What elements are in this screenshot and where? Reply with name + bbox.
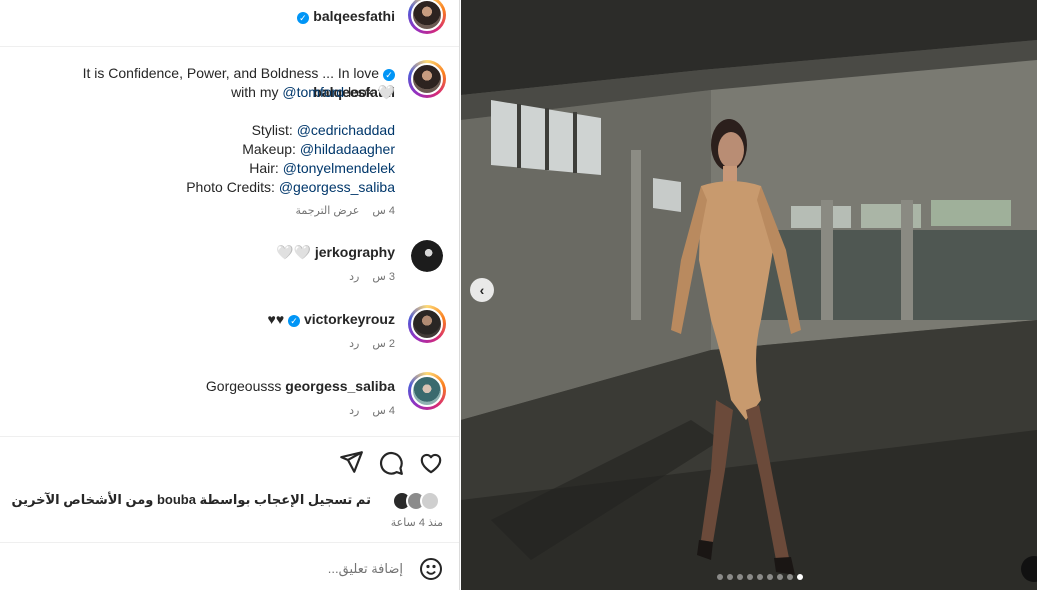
post-time: منذ 4 ساعة bbox=[390, 517, 443, 529]
verified-icon: ✓ bbox=[296, 12, 309, 24]
credit-label: Photo Credits: bbox=[186, 179, 275, 195]
post-viewer: ✓ balqeesfathi It is Confidence, Power, … bbox=[0, 0, 1037, 590]
author-avatar[interactable] bbox=[408, 0, 446, 34]
comment-username[interactable]: victorkeyrouz bbox=[304, 311, 395, 327]
translate-link[interactable]: عرض الترجمة bbox=[295, 205, 359, 217]
carousel-dot bbox=[767, 574, 773, 580]
liker-avatar bbox=[420, 491, 440, 511]
mention-link[interactable]: @hildadaagher bbox=[300, 141, 395, 157]
carousel-dot bbox=[717, 574, 723, 580]
carousel-dot bbox=[787, 574, 793, 580]
add-comment-input[interactable]: إضافة تعليق... bbox=[328, 561, 403, 577]
comment-text: ♥♥ bbox=[267, 311, 285, 327]
credit-label: Stylist: bbox=[251, 122, 293, 138]
author-name-block: ✓ balqeesfathi bbox=[296, 8, 395, 26]
credit-line: Makeup: @hildadaagher bbox=[242, 140, 395, 159]
likes-summary[interactable]: تم تسجيل الإعجاب بواسطة bouba ومن الأشخا… bbox=[11, 492, 371, 508]
commenter-avatar[interactable] bbox=[408, 372, 446, 410]
caption-time[interactable]: 4 س bbox=[372, 205, 395, 217]
carousel-dot bbox=[757, 574, 763, 580]
carousel-dot bbox=[727, 574, 733, 580]
comment-meta: 4 س رد bbox=[339, 404, 395, 417]
comment: Gorgeousss georgess_saliba bbox=[206, 377, 395, 396]
share-icon[interactable] bbox=[338, 449, 364, 475]
credit-label: Makeup: bbox=[242, 141, 296, 157]
carousel-dot bbox=[747, 574, 753, 580]
emoji-icon[interactable] bbox=[419, 557, 443, 581]
mention-link[interactable]: @tomford bbox=[282, 84, 344, 100]
comment-text: Gorgeousss bbox=[205, 378, 282, 394]
credit-line: Photo Credits: @georgess_saliba bbox=[186, 178, 395, 197]
carousel-dots bbox=[717, 574, 803, 580]
mention-link[interactable]: @cedrichaddad bbox=[297, 122, 395, 138]
carousel-dot bbox=[777, 574, 783, 580]
comment-meta: 3 س رد bbox=[339, 270, 395, 283]
author-username[interactable]: balqeesfathi bbox=[313, 8, 395, 24]
caption-text: with my bbox=[231, 84, 279, 100]
commenter-avatar[interactable] bbox=[411, 240, 443, 272]
comment-time[interactable]: 3 س bbox=[372, 271, 395, 283]
heart-icon[interactable] bbox=[418, 450, 444, 476]
commenter-avatar[interactable] bbox=[408, 305, 446, 343]
post-photo[interactable]: ‹ bbox=[461, 0, 1037, 590]
carousel-dot bbox=[797, 574, 803, 580]
chevron-left-icon[interactable]: ‹ bbox=[470, 278, 494, 302]
post-side-panel: ✓ balqeesfathi It is Confidence, Power, … bbox=[0, 0, 460, 590]
caption-text: look 🤍 bbox=[347, 84, 395, 100]
comment: ♥♥ ✓ victorkeyrouz bbox=[268, 310, 395, 329]
divider bbox=[0, 542, 459, 543]
caption-author-avatar[interactable] bbox=[408, 60, 446, 98]
warehouse-photo bbox=[461, 0, 1037, 590]
credit-label: Hair: bbox=[249, 160, 279, 176]
caption-meta: 4 س عرض الترجمة bbox=[285, 204, 395, 217]
comment-time[interactable]: 2 س bbox=[372, 338, 395, 350]
carousel-dot bbox=[737, 574, 743, 580]
caption-line-2: with my @tomford look 🤍 bbox=[231, 83, 395, 102]
comment-text: 🤍🤍 bbox=[276, 244, 311, 260]
mention-link[interactable]: @tonyelmendelek bbox=[283, 160, 395, 176]
post-header: ✓ balqeesfathi bbox=[0, 0, 459, 47]
credit-line: Stylist: @cedrichaddad bbox=[252, 121, 395, 140]
caption-text: It is Confidence, Power, and Boldness ..… bbox=[82, 65, 380, 81]
comment-icon[interactable] bbox=[378, 450, 404, 476]
mention-link[interactable]: @georgess_saliba bbox=[279, 179, 395, 195]
verified-icon: ✓ bbox=[288, 315, 301, 327]
reply-button[interactable]: رد bbox=[349, 271, 359, 283]
divider bbox=[0, 436, 459, 437]
comment-meta: 2 س رد bbox=[339, 337, 395, 350]
reply-button[interactable]: رد bbox=[349, 338, 359, 350]
verified-icon: ✓ bbox=[383, 69, 395, 81]
comment-username[interactable]: jerkography bbox=[315, 244, 395, 260]
credit-line: Hair: @tonyelmendelek bbox=[249, 159, 395, 178]
comment: 🤍🤍 jerkography bbox=[276, 243, 395, 262]
comment-time[interactable]: 4 س bbox=[372, 405, 395, 417]
reply-button[interactable]: رد bbox=[349, 405, 359, 417]
comment-username[interactable]: georgess_saliba bbox=[285, 378, 395, 394]
